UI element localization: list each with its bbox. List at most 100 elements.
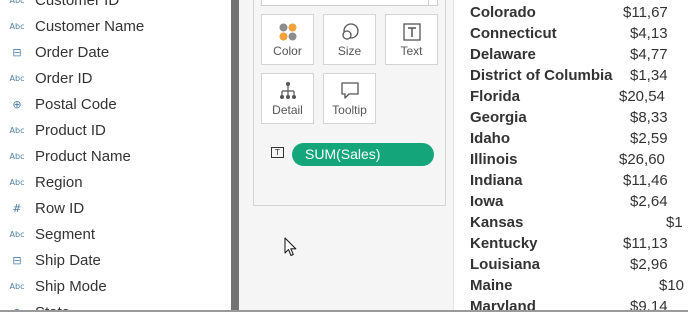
table-row[interactable]: Kentucky $11,13: [454, 233, 688, 254]
table-row[interactable]: Georgia $8,33: [454, 107, 688, 128]
state-label: Indiana: [470, 172, 523, 189]
sales-value: $10: [659, 277, 685, 294]
string-type-icon: Abc: [9, 0, 25, 5]
field-product-id[interactable]: Abc Product ID: [0, 117, 228, 143]
sales-value: $26,60: [619, 151, 665, 168]
field-region[interactable]: Abc Region: [0, 169, 228, 195]
mark-type-dropdown[interactable]: [261, 0, 438, 6]
table-row[interactable]: Maine $10: [454, 275, 688, 296]
state-label: Florida: [470, 88, 521, 105]
sales-value: $2,59: [630, 130, 668, 147]
tooltip-label: Tooltip: [332, 103, 367, 117]
field-label: Ship Mode: [35, 277, 107, 295]
field-label: Product Name: [35, 147, 131, 165]
table-row[interactable]: Idaho $2,59: [454, 128, 688, 149]
size-label: Size: [337, 44, 362, 58]
field-label: Order ID: [35, 69, 93, 87]
detail-button[interactable]: Detail: [261, 73, 314, 124]
string-type-icon: Abc: [9, 125, 25, 135]
view-table: Colorado $11,67 Connecticut $4,13 Delawa…: [454, 0, 688, 312]
tooltip-button[interactable]: Tooltip: [323, 73, 376, 124]
table-row[interactable]: Florida $20,54: [454, 86, 688, 107]
sales-value: $4,77: [630, 46, 668, 63]
table-row[interactable]: Indiana $11,46: [454, 170, 688, 191]
state-label: Louisiana: [470, 256, 541, 273]
state-label: District of Columbia: [470, 67, 613, 84]
string-type-icon: Abc: [9, 21, 25, 31]
field-customer-id[interactable]: Abc Customer ID: [0, 0, 228, 13]
string-type-icon: Abc: [9, 151, 25, 161]
state-label: Kentucky: [470, 235, 538, 252]
field-customer-name[interactable]: Abc Customer Name: [0, 13, 228, 39]
sales-value: $2,96: [630, 256, 668, 273]
string-type-icon: Abc: [9, 177, 25, 187]
table-row[interactable]: Delaware $4,77: [454, 44, 688, 65]
field-label: Customer ID: [35, 0, 120, 9]
table-row[interactable]: Louisiana $2,96: [454, 254, 688, 275]
size-button[interactable]: Size: [323, 14, 376, 65]
sales-value: $20,54: [619, 88, 665, 105]
sales-value: $11,67: [623, 4, 668, 21]
sales-value: $11,13: [623, 235, 668, 252]
date-type-icon: ⊟: [12, 45, 22, 59]
state-label: Illinois: [470, 151, 518, 168]
field-label: Product ID: [35, 121, 106, 139]
sales-value: $4,13: [630, 25, 668, 42]
field-segment[interactable]: Abc Segment: [0, 221, 228, 247]
state-label: Connecticut: [470, 25, 557, 42]
field-label: Segment: [35, 225, 96, 243]
table-row[interactable]: Illinois $26,60: [454, 149, 688, 170]
mouse-cursor-icon: [284, 237, 298, 263]
state-label: Kansas: [470, 214, 524, 231]
field-product-name[interactable]: Abc Product Name: [0, 143, 228, 169]
string-type-icon: Abc: [9, 281, 25, 291]
sales-value: $1: [666, 214, 683, 231]
field-label: Row ID: [35, 199, 85, 217]
size-icon: [324, 22, 375, 42]
field-order-id[interactable]: Abc Order ID: [0, 65, 228, 91]
detail-icon: [262, 81, 313, 101]
text-mark-icon[interactable]: T: [271, 147, 284, 158]
date-type-icon: ⊟: [12, 253, 22, 267]
state-label: Maine: [470, 277, 513, 294]
field-order-date[interactable]: ⊟ Order Date: [0, 39, 228, 65]
tooltip-icon: [324, 81, 375, 101]
field-label: Order Date: [35, 43, 110, 61]
number-type-icon: #: [12, 201, 22, 215]
detail-label: Detail: [272, 103, 303, 117]
field-postal-code[interactable]: ⊕ Postal Code: [0, 91, 228, 117]
field-label: Postal Code: [35, 95, 117, 113]
color-button[interactable]: Color: [261, 14, 314, 65]
state-label: Idaho: [470, 130, 510, 147]
field-label: Region: [35, 173, 83, 191]
sales-value: $2,64: [630, 193, 668, 210]
sales-value: $11,46: [623, 172, 668, 189]
string-type-icon: Abc: [9, 73, 25, 83]
sum-sales-pill[interactable]: SUM(Sales): [292, 143, 434, 166]
field-label: Ship Date: [35, 251, 101, 269]
field-ship-date[interactable]: ⊟ Ship Date: [0, 247, 228, 273]
state-label: Colorado: [470, 4, 536, 21]
data-pane-scrollbar[interactable]: [231, 0, 239, 312]
state-label: Iowa: [470, 193, 504, 210]
data-pane: Abc Customer ID Abc Customer Name ⊟ Orde…: [0, 0, 228, 312]
geo-type-icon: ⊕: [12, 97, 22, 111]
table-row[interactable]: Kansas $1: [454, 212, 688, 233]
table-row[interactable]: Iowa $2,64: [454, 191, 688, 212]
color-icon: [262, 22, 313, 42]
field-ship-mode[interactable]: Abc Ship Mode: [0, 273, 228, 299]
table-row[interactable]: Colorado $11,67: [454, 2, 688, 23]
sales-value: $8,33: [630, 109, 668, 126]
color-label: Color: [273, 44, 302, 58]
table-row[interactable]: District of Columbia $1,34: [454, 65, 688, 86]
string-type-icon: Abc: [9, 229, 25, 239]
text-button[interactable]: Text: [385, 14, 438, 65]
sales-value: $1,34: [630, 67, 668, 84]
text-icon: [386, 22, 437, 42]
field-label: Customer Name: [35, 17, 145, 35]
state-label: Delaware: [470, 46, 536, 63]
field-row-id[interactable]: # Row ID: [0, 195, 228, 221]
table-row[interactable]: Connecticut $4,13: [454, 23, 688, 44]
state-label: Georgia: [470, 109, 527, 126]
text-label: Text: [400, 44, 423, 58]
